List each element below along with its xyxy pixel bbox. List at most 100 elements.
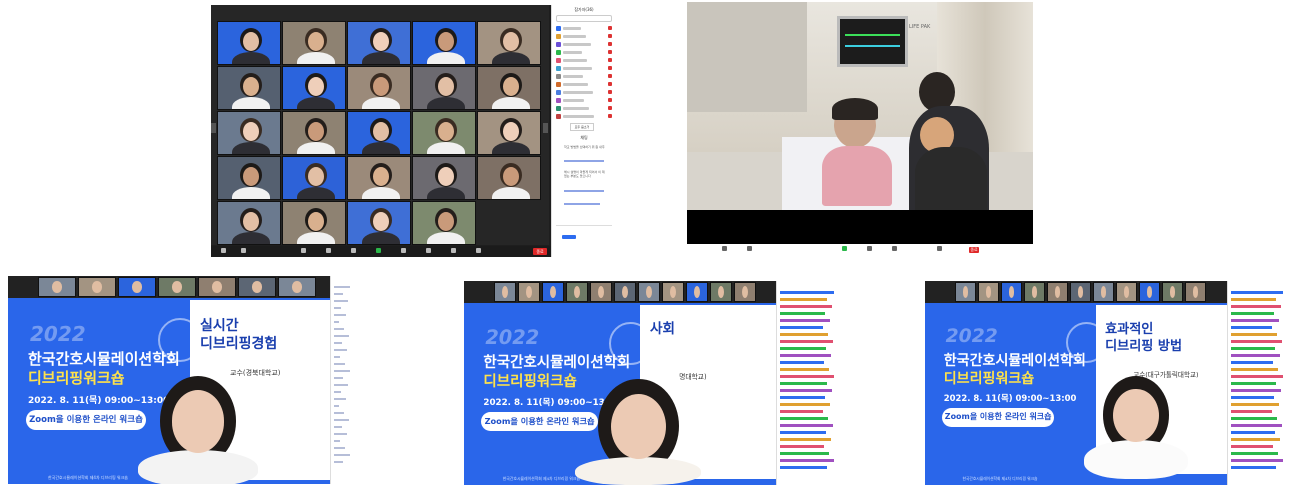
participant-video-tile[interactable] [282, 111, 346, 155]
participant-video-tile[interactable] [282, 156, 346, 200]
participant-video-tile[interactable] [217, 21, 281, 65]
participant-thumbnail[interactable] [590, 282, 612, 302]
participant-row[interactable] [1231, 305, 1281, 308]
participant-row[interactable] [780, 438, 831, 441]
participants-icon[interactable] [326, 248, 331, 253]
participant-video-tile[interactable] [217, 201, 281, 245]
participant-row[interactable] [1231, 333, 1277, 336]
participant-thumbnail[interactable] [955, 282, 976, 302]
participant-thumbnail[interactable] [1001, 282, 1022, 302]
end-meeting-button[interactable]: 종료 [969, 247, 979, 253]
mute-all-button[interactable]: 모두 음소거 [570, 123, 594, 131]
annotate-icon[interactable] [892, 246, 897, 251]
participant-row[interactable] [1231, 396, 1274, 399]
participant-thumbnail[interactable] [518, 282, 540, 302]
gallery-next-page-icon[interactable] [543, 123, 548, 133]
participant-row[interactable] [780, 291, 834, 294]
participant-video-tile[interactable] [477, 156, 541, 200]
share-screen-icon[interactable] [376, 248, 381, 253]
gallery-prev-page-icon[interactable] [211, 123, 216, 133]
participant-row[interactable] [780, 375, 834, 378]
participant-row[interactable] [1231, 410, 1272, 413]
participant-video-tile[interactable] [477, 21, 541, 65]
participant-thumbnail[interactable] [566, 282, 588, 302]
participant-video-tile[interactable] [347, 156, 411, 200]
participant-thumbnail[interactable] [662, 282, 684, 302]
participant-row[interactable] [780, 382, 827, 385]
mic-icon[interactable] [221, 248, 226, 253]
chat-recipient-button[interactable] [562, 235, 576, 239]
participant-video-tile[interactable] [347, 201, 411, 245]
participant-row[interactable] [1231, 466, 1276, 469]
participant-video-tile[interactable] [347, 66, 411, 110]
participant-video-tile[interactable] [282, 66, 346, 110]
participant-video-tile[interactable] [217, 111, 281, 155]
participant-row[interactable] [556, 41, 612, 47]
participant-row[interactable] [1231, 424, 1282, 427]
participant-thumbnail[interactable] [158, 277, 196, 297]
participant-row[interactable] [780, 459, 834, 462]
participant-thumbnail[interactable] [978, 282, 999, 302]
participant-row[interactable] [780, 354, 831, 357]
chat-link[interactable] [564, 203, 600, 205]
participant-row[interactable] [1231, 312, 1274, 315]
participant-row[interactable] [1231, 291, 1283, 294]
participant-row[interactable] [780, 347, 826, 350]
participant-row[interactable] [1231, 438, 1280, 441]
participant-thumbnail[interactable] [198, 277, 236, 297]
participant-row[interactable] [556, 49, 612, 55]
participant-row[interactable] [1231, 354, 1280, 357]
participant-thumbnail[interactable] [638, 282, 660, 302]
participant-thumbnail[interactable] [1047, 282, 1068, 302]
participant-thumbnail[interactable] [542, 282, 564, 302]
participant-row[interactable] [1231, 361, 1273, 364]
participant-row[interactable] [1231, 319, 1279, 322]
participant-row[interactable] [780, 452, 829, 455]
security-icon[interactable] [301, 248, 306, 253]
participant-row[interactable] [1231, 298, 1276, 301]
participant-row[interactable] [780, 312, 825, 315]
apps-icon[interactable] [451, 248, 456, 253]
participant-video-tile[interactable] [477, 66, 541, 110]
more-icon[interactable] [476, 248, 481, 253]
participant-thumbnail[interactable] [1116, 282, 1137, 302]
participant-row[interactable] [780, 466, 827, 469]
participant-row[interactable] [1231, 382, 1276, 385]
participant-thumbnail[interactable] [1070, 282, 1091, 302]
participant-video-tile[interactable] [282, 21, 346, 65]
participant-row[interactable] [780, 361, 824, 364]
participant-row[interactable] [556, 81, 612, 87]
reactions-icon[interactable] [426, 248, 431, 253]
chat-link[interactable] [564, 160, 604, 162]
participant-row[interactable] [780, 403, 830, 406]
participant-row[interactable] [1231, 459, 1283, 462]
participant-row[interactable] [1231, 417, 1277, 420]
participant-row[interactable] [780, 340, 833, 343]
participant-thumbnail[interactable] [38, 277, 76, 297]
participant-row[interactable] [556, 57, 612, 63]
participant-search-input[interactable] [556, 15, 612, 22]
participant-video-tile[interactable] [347, 21, 411, 65]
participant-row[interactable] [1231, 389, 1281, 392]
participant-row[interactable] [556, 25, 612, 31]
participant-thumbnail[interactable] [710, 282, 732, 302]
participant-thumbnail[interactable] [494, 282, 516, 302]
participant-thumbnail[interactable] [78, 277, 116, 297]
participant-row[interactable] [556, 113, 612, 119]
participant-row[interactable] [1231, 368, 1278, 371]
participant-video-tile[interactable] [282, 201, 346, 245]
participant-thumbnail[interactable] [1162, 282, 1183, 302]
participant-row[interactable] [780, 333, 828, 336]
participant-video-tile[interactable] [412, 111, 476, 155]
record-icon[interactable] [401, 248, 406, 253]
mic-icon[interactable] [722, 246, 727, 251]
participant-row[interactable] [780, 396, 825, 399]
participant-thumbnail[interactable] [1093, 282, 1114, 302]
participant-row[interactable] [780, 319, 830, 322]
participant-row[interactable] [1231, 431, 1275, 434]
participant-row[interactable] [1231, 347, 1275, 350]
participant-row[interactable] [556, 33, 612, 39]
participant-thumbnail[interactable] [238, 277, 276, 297]
participant-thumbnail[interactable] [734, 282, 756, 302]
participant-row[interactable] [556, 97, 612, 103]
